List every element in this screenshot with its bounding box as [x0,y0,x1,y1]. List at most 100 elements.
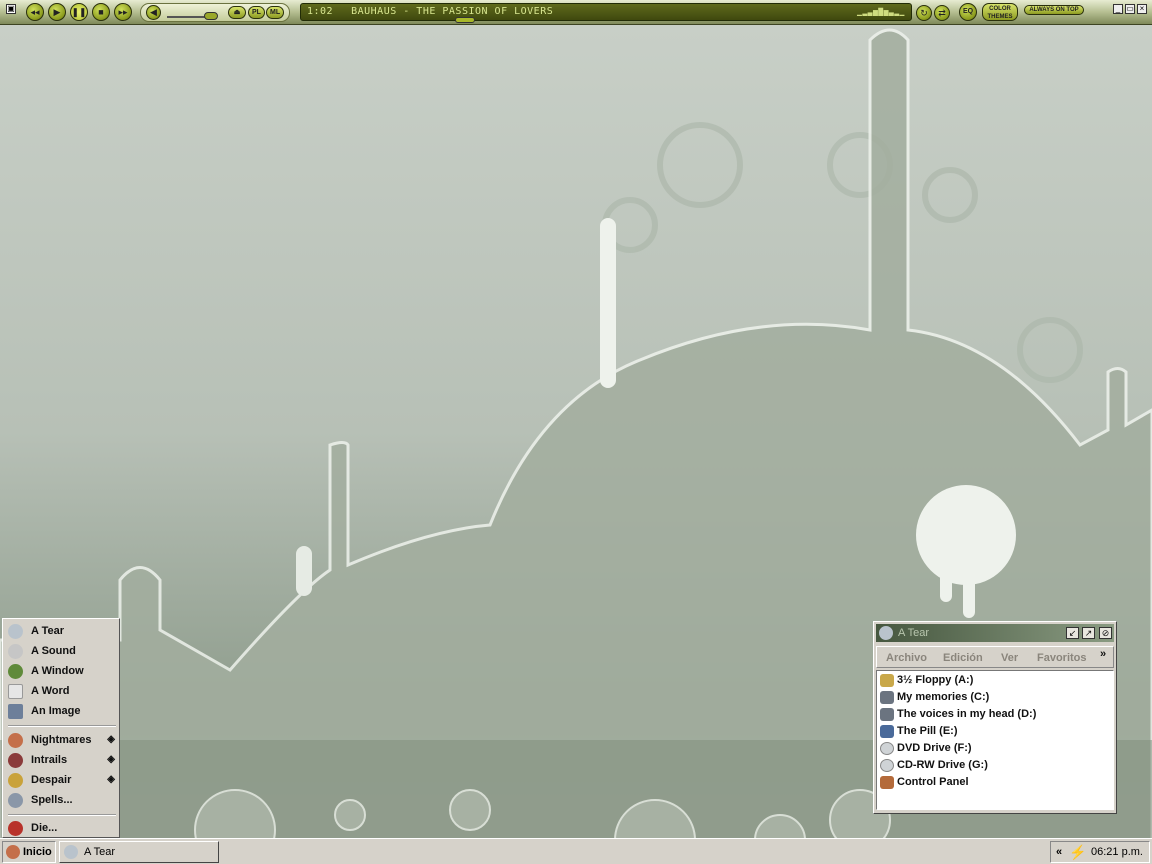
volume-icon[interactable]: ◀ [146,5,161,20]
globe-icon [8,664,23,679]
media-library-button[interactable]: ML [266,6,284,19]
menu-item-nightmares[interactable]: Nightmares ◈ [3,730,119,750]
color-themes-button[interactable]: COLOR THEMES [982,3,1018,21]
shutdown-icon [8,821,23,836]
note-icon [8,644,23,659]
menu-separator [8,725,116,727]
speaker-icon [879,626,893,640]
menu-item-despair[interactable]: Despair ◈ [3,770,119,790]
list-item[interactable]: Control Panel [877,774,1113,791]
menu-item-spells[interactable]: Spells... [3,790,119,810]
seek-thumb[interactable] [455,17,475,23]
menu-ver[interactable]: Ver [1001,652,1018,664]
menu-item-a-window[interactable]: A Window [3,661,119,681]
close-button[interactable]: ⊘ [1099,627,1112,639]
play-button[interactable]: ▶ [48,3,66,21]
list-item[interactable]: 3½ Floppy (A:) [877,672,1113,689]
menu-edicion[interactable]: Edición [943,652,983,664]
stop-button[interactable]: ■ [92,3,110,21]
track-display: 1:02 BAUHAUS - THE PASSION OF LOVERS ▁▂▃▅… [300,3,912,21]
taskbar-item-a-tear[interactable]: A Tear [59,841,219,863]
menu-item-label: Spells... [31,794,73,806]
menu-item-a-word[interactable]: A Word [3,681,119,701]
menu-item-a-tear[interactable]: A Tear [3,621,119,641]
next-button[interactable]: ▸▸ [114,3,132,21]
book-icon [8,684,23,699]
menu-item-label: An Image [31,705,81,717]
window-titlebar[interactable]: A Tear ↙ ↗ ⊘ [876,624,1114,642]
list-item[interactable]: The Pill (E:) [877,723,1113,740]
menu-item-label: A Word [31,685,70,697]
clock[interactable]: 06:21 p.m. [1091,842,1143,862]
menu-overflow-chevron-icon[interactable]: » [1100,648,1106,660]
eject-button[interactable]: ⏏ [228,6,246,19]
menu-item-label: A Window [31,665,84,677]
hard-drive-icon [880,691,894,704]
system-tray: « ⚡ 06:21 p.m. [1050,841,1150,863]
drive-list: 3½ Floppy (A:) My memories (C:) The voic… [876,670,1114,810]
item-label: The voices in my head (D:) [897,708,1037,720]
volume-thumb[interactable] [204,12,218,20]
cd-icon [880,742,894,755]
menu-item-die[interactable]: Die... [3,818,119,838]
minimize-button[interactable]: ↙ [1066,627,1079,639]
eq-button[interactable]: EQ [959,3,977,21]
run-icon [8,793,23,808]
list-item[interactable]: CD-RW Drive (G:) [877,757,1113,774]
menu-item-label: A Sound [31,645,76,657]
track-time: 1:02 [307,6,334,17]
item-label: My memories (C:) [897,691,990,703]
previous-button[interactable]: ◂◂ [26,3,44,21]
hard-drive-icon [880,708,894,721]
list-item[interactable]: My memories (C:) [877,689,1113,706]
menu-archivo[interactable]: Archivo [886,652,927,664]
playlist-button[interactable]: PL [248,6,265,19]
menu-item-label: A Tear [31,625,65,637]
shuffle-button[interactable]: ⇄ [934,5,950,21]
start-button[interactable]: Inicio [2,841,56,863]
floppy-icon [880,674,894,687]
item-label: DVD Drive (F:) [897,742,972,754]
gear-icon [8,753,23,768]
menu-item-an-image[interactable]: An Image [3,701,119,721]
visualizer: ▁▂▃▅▇▅▃▂▁ [857,7,905,16]
cd-icon [880,759,894,772]
pause-button[interactable]: ❚❚ [70,3,88,21]
menu-item-label: Despair [31,774,72,786]
repeat-button[interactable]: ↻ [916,5,932,21]
item-label: 3½ Floppy (A:) [897,674,974,686]
tray-expand-button[interactable]: « [1056,842,1062,862]
item-label: CD-RW Drive (G:) [897,759,988,771]
menu-item-intrails[interactable]: Intrails ◈ [3,750,119,770]
item-label: The Pill (E:) [897,725,958,737]
track-title: BAUHAUS - THE PASSION OF LOVERS [351,6,554,17]
winamp-bar: ▣ ◂◂ ▶ ❚❚ ■ ▸▸ ◀ ⏏ PL ML 1:02 BAUHAUS - T… [0,0,1152,25]
winamp-tray-icon[interactable]: ⚡ [1069,842,1086,862]
list-item[interactable]: DVD Drive (F:) [877,740,1113,757]
submenu-arrow-icon: ◈ [107,774,115,785]
submenu-arrow-icon: ◈ [107,754,115,765]
close-button[interactable]: × [1137,4,1147,14]
start-label: Inicio [23,846,52,858]
winamp-menu-icon[interactable]: ▣ [6,4,16,14]
list-item[interactable]: The voices in my head (D:) [877,706,1113,723]
picture-icon [8,704,23,719]
menu-item-label: Intrails [31,754,68,766]
submenu-arrow-icon: ◈ [107,734,115,745]
menu-favoritos[interactable]: Favoritos [1037,652,1087,664]
speaker-icon [64,845,78,859]
explorer-window: A Tear ↙ ↗ ⊘ Archivo Edición Ver Favorit… [873,621,1117,814]
shade-button[interactable]: ▭ [1125,4,1135,14]
taskbar: Inicio A Tear « ⚡ 06:21 p.m. [0,838,1152,864]
always-on-top-button[interactable]: ALWAYS ON TOP [1024,5,1084,15]
start-menu: A Tear A Sound A Window A Word An Image … [2,618,120,838]
menu-item-a-sound[interactable]: A Sound [3,641,119,661]
network-drive-icon [880,725,894,738]
menu-item-label: Die... [31,822,58,834]
menu-item-label: Nightmares [31,734,92,746]
wrench-icon [880,776,894,789]
minimize-button[interactable]: _ [1113,4,1123,14]
task-label: A Tear [84,846,115,858]
maximize-button[interactable]: ↗ [1082,627,1095,639]
speaker-icon [8,624,23,639]
